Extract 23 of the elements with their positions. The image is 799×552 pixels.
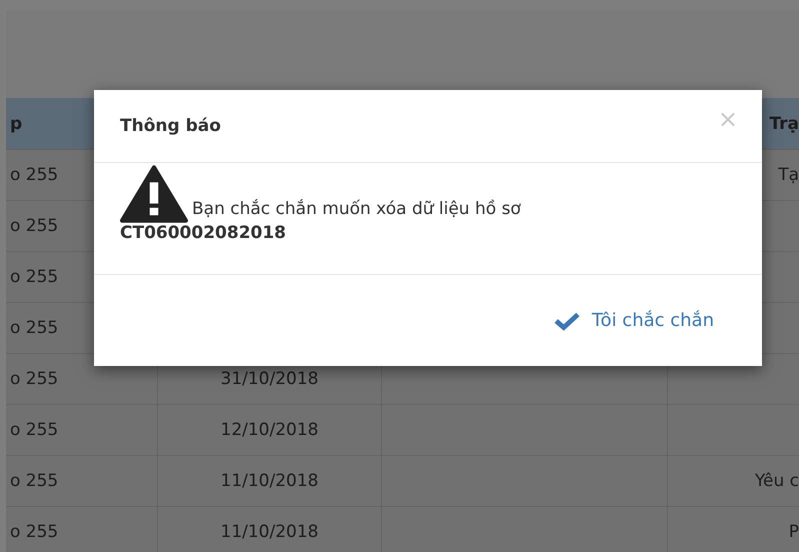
table-cell: 11/10/2018 xyxy=(220,471,318,491)
column-header: p xyxy=(10,114,22,134)
warning-icon xyxy=(120,165,188,223)
table-cell: Tạ xyxy=(778,165,799,185)
confirm-button[interactable]: Tôi chắc chắn xyxy=(550,306,718,335)
table-cell: o 255 xyxy=(10,522,58,542)
table-cell: 11/10/2018 xyxy=(220,522,318,542)
table-cell: o 255 xyxy=(10,165,58,185)
table-cell: o 255 xyxy=(10,369,58,389)
dialog-message: Bạn chắc chắn muốn xóa dữ liệu hồ sơ xyxy=(192,199,521,219)
table-cell: o 255 xyxy=(10,471,58,491)
table-cell: o 255 xyxy=(10,216,58,236)
table-cell: Yêu c xyxy=(754,471,799,491)
table-cell: P xyxy=(788,522,799,542)
table-cell: o 255 xyxy=(10,420,58,440)
record-code: CT060002082018 xyxy=(120,223,286,243)
table-cell: 31/10/2018 xyxy=(220,369,318,389)
table-cell: o 255 xyxy=(10,318,58,338)
dialog-title: Thông báo xyxy=(120,116,221,136)
table-cell: o 255 xyxy=(10,267,58,287)
column-header: Trạ xyxy=(769,114,799,134)
table-cell: 12/10/2018 xyxy=(220,420,318,440)
check-icon xyxy=(554,310,580,330)
